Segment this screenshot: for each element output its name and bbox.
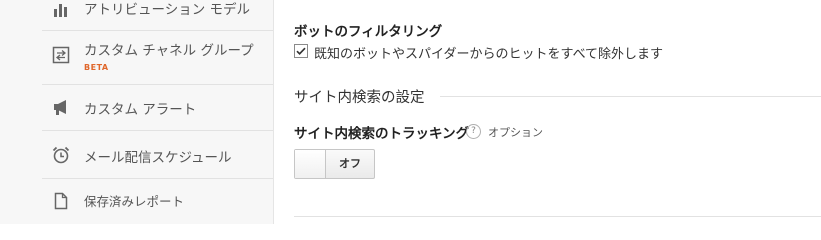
sidebar-item-label: カスタム チャネル グループ (84, 43, 254, 59)
help-icon[interactable]: ? (466, 124, 481, 139)
sidebar-item-label: カスタム アラート (84, 102, 197, 118)
site-search-tracking-heading: サイト内検索のトラッキング (294, 126, 470, 142)
sidebar-item-label: メール配信スケジュール (84, 150, 232, 166)
bar-chart-icon (52, 0, 70, 18)
exclude-bots-label[interactable]: 既知のボットやスパイダーからのヒットをすべて除外します (314, 43, 663, 62)
megaphone-icon (52, 98, 70, 116)
beta-badge: BETA (84, 63, 109, 72)
sidebar: アトリビューション モデル カスタム チャネル グループ BETA カスタム ア… (0, 0, 274, 224)
settings-panel: ボットのフィルタリング 既知のボットやスパイダーからのヒットをすべて除外します … (274, 0, 821, 224)
bot-filtering-heading: ボットのフィルタリング (294, 24, 443, 40)
toggle-label: オフ (339, 157, 361, 170)
document-icon (52, 192, 70, 210)
site-search-section-title: サイト内検索の設定 (294, 90, 425, 106)
checkmark-icon (296, 47, 306, 56)
sidebar-item-label: 保存済みレポート (84, 194, 185, 209)
alarm-clock-icon (52, 146, 70, 164)
sidebar-item-email-schedule[interactable]: メール配信スケジュール (42, 130, 273, 179)
sidebar-item-saved-reports[interactable]: 保存済みレポート (42, 178, 273, 224)
sidebar-item-attribution-model[interactable]: アトリビューション モデル (42, 0, 273, 31)
section-divider (440, 96, 821, 97)
optional-label: オプション (488, 126, 543, 139)
bottom-divider (294, 216, 821, 217)
sidebar-item-custom-channel-groups[interactable]: カスタム チャネル グループ BETA (42, 30, 273, 85)
swap-arrows-icon (52, 46, 70, 64)
site-search-toggle[interactable]: オフ (294, 149, 375, 179)
sidebar-item-label: アトリビューション モデル (84, 2, 251, 18)
sidebar-item-custom-alerts[interactable]: カスタム アラート (42, 84, 273, 131)
exclude-bots-checkbox[interactable] (294, 44, 308, 58)
toggle-knob (295, 150, 326, 178)
